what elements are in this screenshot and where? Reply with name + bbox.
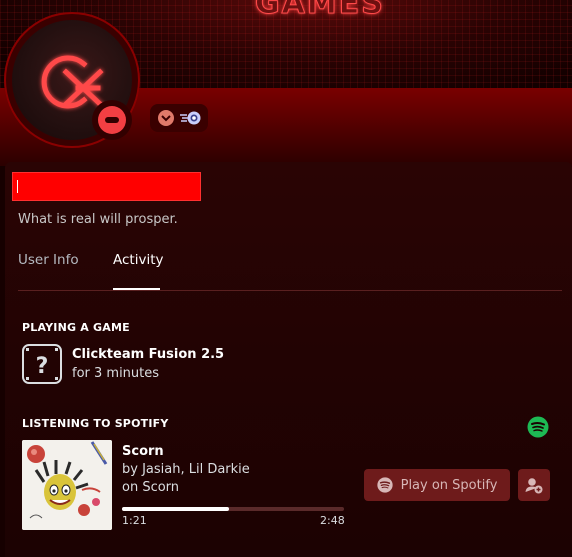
- track-progress-fill: [122, 507, 229, 511]
- status-dnd-indicator: [92, 100, 132, 140]
- active-tab-indicator: [113, 288, 160, 290]
- invite-to-listen-button[interactable]: [518, 469, 550, 501]
- tab-divider: [18, 290, 562, 291]
- profile-badges: [150, 104, 208, 132]
- chevron-badge-icon[interactable]: [158, 110, 174, 126]
- spotify-section-title: LISTENING TO SPOTIFY: [22, 417, 169, 430]
- profile-bio: What is real will prosper.: [18, 212, 178, 227]
- track-album[interactable]: on Scorn: [122, 480, 179, 495]
- track-artist[interactable]: by Jasiah, Lil Darkie: [122, 462, 250, 477]
- play-on-spotify-button[interactable]: Play on Spotify: [364, 469, 510, 501]
- game-name: Clickteam Fusion 2.5: [72, 347, 225, 362]
- nitro-badge-icon[interactable]: [180, 110, 202, 126]
- profile-popout: GAMES What is real will prosper. User In…: [0, 0, 572, 557]
- total-time: 2:48: [320, 514, 345, 527]
- elapsed-time: 1:21: [122, 514, 147, 527]
- add-friend-icon: [525, 478, 543, 494]
- spotify-icon[interactable]: [527, 416, 549, 438]
- track-title[interactable]: Scorn: [122, 444, 164, 459]
- svg-text:?: ?: [36, 354, 49, 379]
- question-mark-icon: ?: [22, 344, 62, 384]
- tab-activity[interactable]: Activity: [113, 252, 164, 268]
- banner-text: GAMES: [255, 0, 385, 22]
- play-on-spotify-label: Play on Spotify: [400, 477, 498, 493]
- playing-section-title: PLAYING A GAME: [22, 321, 130, 334]
- display-name-field[interactable]: [12, 172, 201, 201]
- album-art[interactable]: [22, 440, 112, 530]
- game-duration: for 3 minutes: [72, 366, 160, 381]
- tab-user-info[interactable]: User Info: [18, 252, 79, 268]
- spotify-icon: [376, 477, 393, 493]
- track-progress-bar: [122, 507, 344, 511]
- text-cursor: [17, 180, 18, 193]
